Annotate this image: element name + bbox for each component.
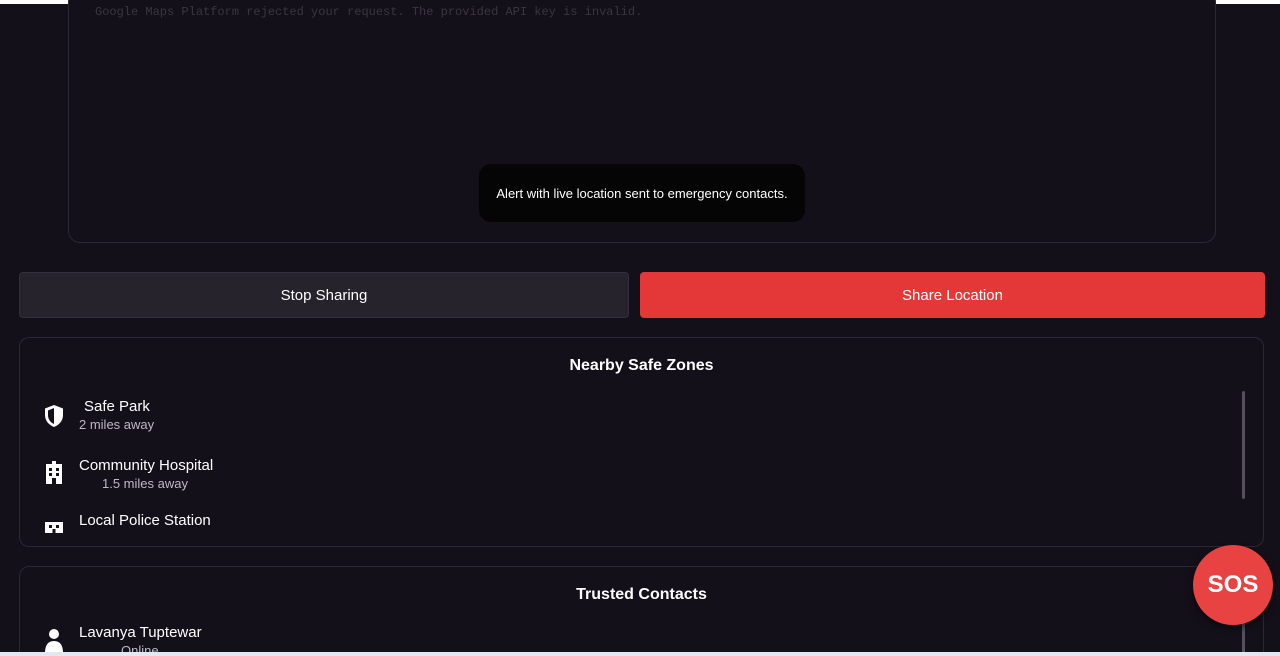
safe-zones-card: Nearby Safe Zones Safe Park 2 miles away: [19, 337, 1264, 547]
contacts-scrollbar[interactable]: [1242, 622, 1245, 656]
safe-zone-distance: 2 miles away: [79, 417, 155, 432]
safe-zone-name: Safe Park: [84, 398, 150, 415]
map-error-text: Google Maps Platform rejected your reque…: [95, 5, 643, 19]
person-icon: [40, 626, 68, 654]
safe-zone-name: Community Hospital: [79, 457, 214, 474]
toast-notification: Alert with live location sent to emergen…: [479, 164, 805, 222]
safe-zone-distance: 1.5 miles away: [102, 476, 188, 491]
shield-icon: [40, 402, 68, 430]
trusted-contacts-title: Trusted Contacts: [576, 586, 707, 603]
safe-zones-title: Nearby Safe Zones: [569, 357, 714, 374]
bottom-border: [0, 652, 1280, 656]
safe-zone-name: Local Police Station: [79, 512, 211, 529]
trusted-contacts-card: Trusted Contacts Lavanya Tuptewar Online: [19, 566, 1264, 656]
hospital-icon: [40, 459, 68, 487]
safe-zones-scrollbar[interactable]: [1242, 391, 1245, 499]
police-station-icon: [40, 513, 68, 541]
sos-button[interactable]: SOS: [1193, 545, 1273, 625]
stop-sharing-button[interactable]: Stop Sharing: [19, 272, 629, 318]
share-location-button[interactable]: Share Location: [640, 272, 1265, 318]
page: Google Maps Platform rejected your reque…: [0, 0, 1280, 656]
contact-name: Lavanya Tuptewar: [79, 624, 202, 641]
